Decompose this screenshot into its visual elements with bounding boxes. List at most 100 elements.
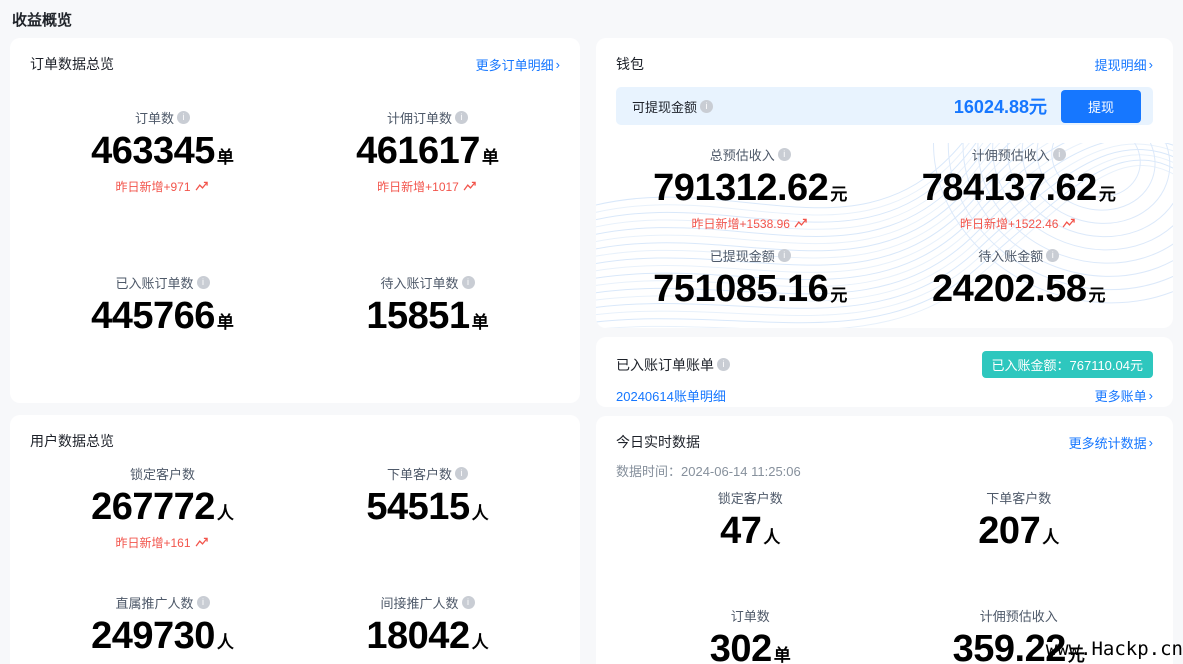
more-bills-link[interactable]: 更多账单 › <box>1095 386 1153 405</box>
stat-label: 已入账订单数 <box>115 273 193 292</box>
info-icon[interactable]: i <box>455 467 468 480</box>
stat-label: 锁定客户数 <box>718 488 783 507</box>
withdrawable-banner: 可提现金额 i 16024.88元 提现 <box>616 87 1153 125</box>
stat-delta: 昨日新增+971 <box>30 179 295 195</box>
stat-label: 计佣预估收入 <box>972 145 1050 164</box>
withdrawable-label: 可提现金额 <box>632 97 697 116</box>
data-time: 数据时间：2024-06-14 11:25:06 <box>616 461 1153 480</box>
more-order-details-label: 更多订单明细 <box>476 55 554 74</box>
stat-value: 751085.16元 <box>616 268 885 312</box>
stat-delta: 昨日新增+1538.96 <box>616 216 885 232</box>
stat-label: 计佣订单数 <box>387 108 452 127</box>
chevron-right-icon: › <box>1149 436 1153 449</box>
settled-amount-badge: 已入账金额：767110.04元 <box>982 351 1154 378</box>
stat-commission-order-count: 计佣订单数i 461617单 昨日新增+1017 <box>295 108 560 195</box>
wallet-card: 钱包 提现明细 › 可提现金额 i 16024.88元 提现 总预估收入i <box>596 38 1173 328</box>
billing-card-title: 已入账订单账单 <box>616 355 714 375</box>
stat-label: 待入账金额 <box>978 246 1043 265</box>
withdrawable-amount: 16024.88元 <box>954 93 1047 119</box>
withdraw-button[interactable]: 提现 <box>1061 90 1141 123</box>
stat-total-estimated-income: 总预估收入i 791312.62元 昨日新增+1538.96 <box>616 145 885 232</box>
info-icon[interactable]: i <box>700 100 713 113</box>
more-statistics-link[interactable]: 更多统计数据 › <box>1069 433 1153 452</box>
stat-settled-order-count: 已入账订单数 i 445766单 <box>30 273 295 339</box>
stat-value: 784137.62元 <box>885 167 1154 211</box>
trend-up-icon <box>1062 218 1077 229</box>
stat-locked-customers: 锁定客户数 267772人 昨日新增+161 <box>30 464 295 551</box>
stat-value: 249730人 <box>30 615 295 659</box>
stat-label: 订单数 <box>731 606 770 625</box>
stat-value: 267772人 <box>30 486 295 530</box>
stat-value: 18042人 <box>295 615 560 659</box>
more-order-details-link[interactable]: 更多订单明细 › <box>476 55 560 74</box>
watermark: www.Hackp.cn <box>1046 638 1183 660</box>
info-icon[interactable]: i <box>1046 249 1059 262</box>
stat-commission-estimated-income: 计佣预估收入i 784137.62元 昨日新增+1522.46 <box>885 145 1154 232</box>
stat-delta: 昨日新增+1522.46 <box>885 216 1154 232</box>
stat-delta: 昨日新增+161 <box>30 535 295 551</box>
stat-label: 下单客户数 <box>387 464 452 483</box>
stat-value: 47人 <box>616 510 885 554</box>
stat-label: 下单客户数 <box>986 488 1051 507</box>
stat-pending-order-count: 待入账订单数 i 15851单 <box>295 273 560 339</box>
info-icon[interactable]: i <box>177 111 190 124</box>
info-icon[interactable]: i <box>197 596 210 609</box>
stat-today-orders: 订单数 302单 <box>616 606 885 664</box>
stat-value: 54515人 <box>295 486 560 530</box>
stat-label: 订单数 <box>135 108 174 127</box>
user-card-title: 用户数据总览 <box>30 431 114 451</box>
stat-today-locked-customers: 锁定客户数 47人 <box>616 488 885 554</box>
stat-today-ordering-customers: 下单客户数 207人 <box>885 488 1154 554</box>
stat-direct-promoters: 直属推广人数i 249730人 昨日新增+135 <box>30 593 295 664</box>
bill-detail-link[interactable]: 20240614账单明细 <box>616 386 726 405</box>
stat-value: 15851单 <box>295 295 560 339</box>
today-realtime-card: 今日实时数据 更多统计数据 › 数据时间：2024-06-14 11:25:06… <box>596 416 1173 664</box>
stat-label: 间接推广人数 <box>380 593 458 612</box>
stat-label: 直属推广人数 <box>115 593 193 612</box>
info-icon[interactable]: i <box>778 249 791 262</box>
stat-label: 锁定客户数 <box>130 464 195 483</box>
info-icon[interactable]: i <box>462 596 475 609</box>
stat-indirect-promoters: 间接推广人数i 18042人 昨日新增+26 <box>295 593 560 664</box>
info-icon[interactable]: i <box>1053 148 1066 161</box>
trend-up-icon <box>463 181 478 192</box>
more-bills-label: 更多账单 <box>1095 386 1147 405</box>
stat-value: 463345单 <box>30 130 295 174</box>
stat-ordering-customers: 下单客户数i 54515人 <box>295 464 560 551</box>
wallet-card-title: 钱包 <box>616 54 644 74</box>
info-icon[interactable]: i <box>462 276 475 289</box>
stat-value: 445766单 <box>30 295 295 339</box>
withdraw-details-link[interactable]: 提现明细 › <box>1095 55 1153 74</box>
chevron-right-icon: › <box>556 58 560 71</box>
today-card-title: 今日实时数据 <box>616 432 700 452</box>
settled-billing-card: 已入账订单账单 i 已入账金额：767110.04元 20240614账单明细 … <box>596 337 1173 407</box>
stat-value: 24202.58元 <box>885 268 1154 312</box>
stat-order-count: 订单数i 463345单 昨日新增+971 <box>30 108 295 195</box>
stat-delta: 昨日新增+1017 <box>295 179 560 195</box>
stat-value: 207人 <box>885 510 1154 554</box>
stat-pending-amount: 待入账金额i 24202.58元 <box>885 246 1154 312</box>
info-icon[interactable]: i <box>455 111 468 124</box>
stat-value: 302单 <box>616 628 885 664</box>
more-statistics-label: 更多统计数据 <box>1069 433 1147 452</box>
stat-label: 计佣预估收入 <box>980 606 1058 625</box>
chevron-right-icon: › <box>1149 389 1153 402</box>
stat-withdrawn-amount: 已提现金额i 751085.16元 <box>616 246 885 312</box>
user-data-card: 用户数据总览 锁定客户数 267772人 昨日新增+161 下单客户数i 545… <box>10 415 580 664</box>
order-card-title: 订单数据总览 <box>30 54 114 74</box>
order-data-card: 订单数据总览 更多订单明细 › 订单数i 463345单 昨日新增+971 计佣… <box>10 38 580 403</box>
stat-label: 待入账订单数 <box>380 273 458 292</box>
page-title: 收益概览 <box>0 0 1183 38</box>
trend-up-icon <box>195 537 210 548</box>
stat-label: 总预估收入 <box>710 145 775 164</box>
stat-value: 791312.62元 <box>616 167 885 211</box>
withdraw-details-label: 提现明细 <box>1095 55 1147 74</box>
stat-value: 461617单 <box>295 130 560 174</box>
chevron-right-icon: › <box>1149 58 1153 71</box>
stat-label: 已提现金额 <box>710 246 775 265</box>
trend-up-icon <box>195 181 210 192</box>
info-icon[interactable]: i <box>717 358 730 371</box>
info-icon[interactable]: i <box>197 276 210 289</box>
info-icon[interactable]: i <box>778 148 791 161</box>
dashboard-columns: 订单数据总览 更多订单明细 › 订单数i 463345单 昨日新增+971 计佣… <box>0 38 1183 664</box>
